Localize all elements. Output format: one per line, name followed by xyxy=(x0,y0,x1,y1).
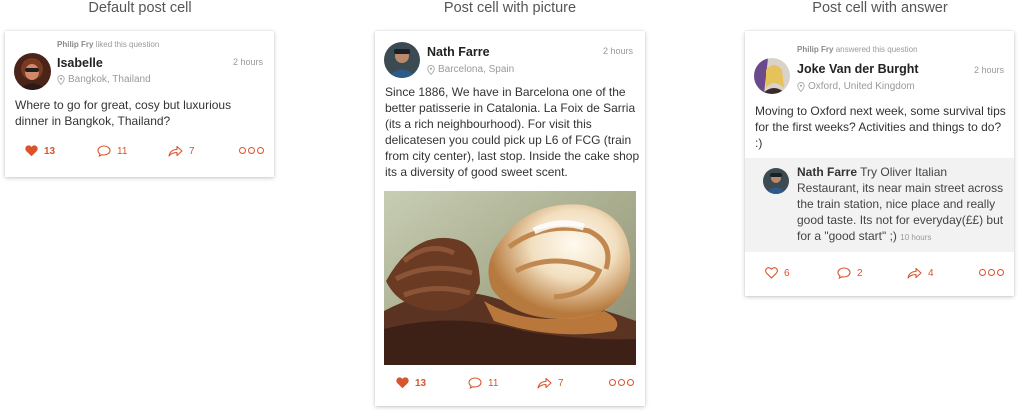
more-options-button[interactable] xyxy=(239,147,264,154)
heart-filled-icon xyxy=(396,377,409,389)
answered-by-action: answered this question xyxy=(835,45,918,54)
heart-outline-icon xyxy=(765,267,778,279)
share-arrow-icon xyxy=(537,377,552,389)
location-text: Oxford, United Kingdom xyxy=(808,81,915,92)
more-dot-icon xyxy=(988,269,995,276)
author-name[interactable]: Joke Van der Burght xyxy=(797,62,919,76)
like-count: 13 xyxy=(415,377,427,389)
share-arrow-icon xyxy=(907,267,922,279)
heart-filled-icon xyxy=(25,145,38,157)
comment-bubble-icon xyxy=(837,267,851,279)
location: Barcelona, Spain xyxy=(427,64,514,75)
share-button[interactable]: 7 xyxy=(168,145,195,157)
more-dot-icon xyxy=(979,269,986,276)
post-text: Moving to Oxford next week, some surviva… xyxy=(755,104,1006,150)
post-card-picture[interactable]: Nath Farre Barcelona, Spain 2 hours Sinc… xyxy=(375,31,645,406)
liked-by-action: liked this question xyxy=(95,40,160,49)
answered-by-name[interactable]: Philip Fry xyxy=(797,45,833,54)
heading-default-post-cell: Default post cell xyxy=(88,0,192,16)
comment-count: 11 xyxy=(117,145,128,157)
post-card-default[interactable]: Philip Fry liked this question Isabelle … xyxy=(5,31,274,177)
answer-time: 10 hours xyxy=(900,233,932,242)
answer-text: Nath Farre Try Oliver Italian Restaurant… xyxy=(797,164,1009,246)
liked-by-name[interactable]: Philip Fry xyxy=(57,40,93,49)
location-text: Barcelona, Spain xyxy=(438,64,515,75)
share-count: 7 xyxy=(558,377,564,389)
heading-post-cell-with-picture: Post cell with picture xyxy=(443,0,577,16)
like-count: 6 xyxy=(784,267,790,279)
like-count: 13 xyxy=(44,145,56,157)
more-dot-icon xyxy=(239,147,246,154)
like-button[interactable]: 6 xyxy=(765,267,790,279)
post-text: Where to go for great, cosy but luxuriou… xyxy=(15,98,232,128)
more-options-button[interactable] xyxy=(979,269,1004,276)
comment-bubble-icon xyxy=(97,145,111,157)
post-text: Since 1886, We have in Barcelona one of … xyxy=(385,85,640,179)
comment-count: 11 xyxy=(488,377,499,389)
share-count: 7 xyxy=(189,145,195,157)
share-button[interactable]: 4 xyxy=(907,267,934,279)
location-text: Bangkok, Thailand xyxy=(68,74,151,85)
share-button[interactable]: 7 xyxy=(537,377,564,389)
more-dot-icon xyxy=(609,379,616,386)
comment-button[interactable]: 2 xyxy=(837,267,863,279)
answer-box[interactable]: Nath Farre Try Oliver Italian Restaurant… xyxy=(745,158,1014,252)
comment-button[interactable]: 11 xyxy=(97,145,127,157)
location-pin-icon xyxy=(57,74,65,85)
heading-post-cell-with-answer: Post cell with answer xyxy=(812,0,948,16)
more-dot-icon xyxy=(257,147,264,154)
more-dot-icon xyxy=(627,379,634,386)
location: Oxford, United Kingdom xyxy=(797,81,915,92)
comment-bubble-icon xyxy=(468,377,482,389)
more-dot-icon xyxy=(248,147,255,154)
more-dot-icon xyxy=(618,379,625,386)
post-image[interactable] xyxy=(384,191,636,365)
location: Bangkok, Thailand xyxy=(57,74,151,85)
author-name[interactable]: Nath Farre xyxy=(427,45,490,59)
comment-button[interactable]: 11 xyxy=(468,377,498,389)
share-count: 4 xyxy=(928,267,934,279)
answer-author[interactable]: Nath Farre xyxy=(797,165,857,179)
avatar[interactable] xyxy=(754,58,790,94)
share-arrow-icon xyxy=(168,145,183,157)
more-options-button[interactable] xyxy=(609,379,634,386)
answer-avatar[interactable] xyxy=(763,168,789,194)
author-name[interactable]: Isabelle xyxy=(57,56,103,70)
cake-photo-icon xyxy=(384,191,636,365)
avatar[interactable] xyxy=(384,42,420,78)
post-time: 2 hours xyxy=(602,46,633,56)
more-dot-icon xyxy=(997,269,1004,276)
like-button[interactable]: 13 xyxy=(25,145,55,157)
location-pin-icon xyxy=(797,81,805,92)
liked-by-line: Philip Fry liked this question xyxy=(57,40,159,49)
post-time: 2 hours xyxy=(232,57,263,67)
location-pin-icon xyxy=(427,64,435,75)
avatar[interactable] xyxy=(14,53,51,90)
comment-count: 2 xyxy=(857,267,863,279)
post-card-answer[interactable]: Philip Fry answered this question Joke V… xyxy=(745,31,1014,296)
post-time: 2 hours xyxy=(973,65,1004,75)
like-button[interactable]: 13 xyxy=(396,377,426,389)
answered-by-line: Philip Fry answered this question xyxy=(797,45,918,54)
